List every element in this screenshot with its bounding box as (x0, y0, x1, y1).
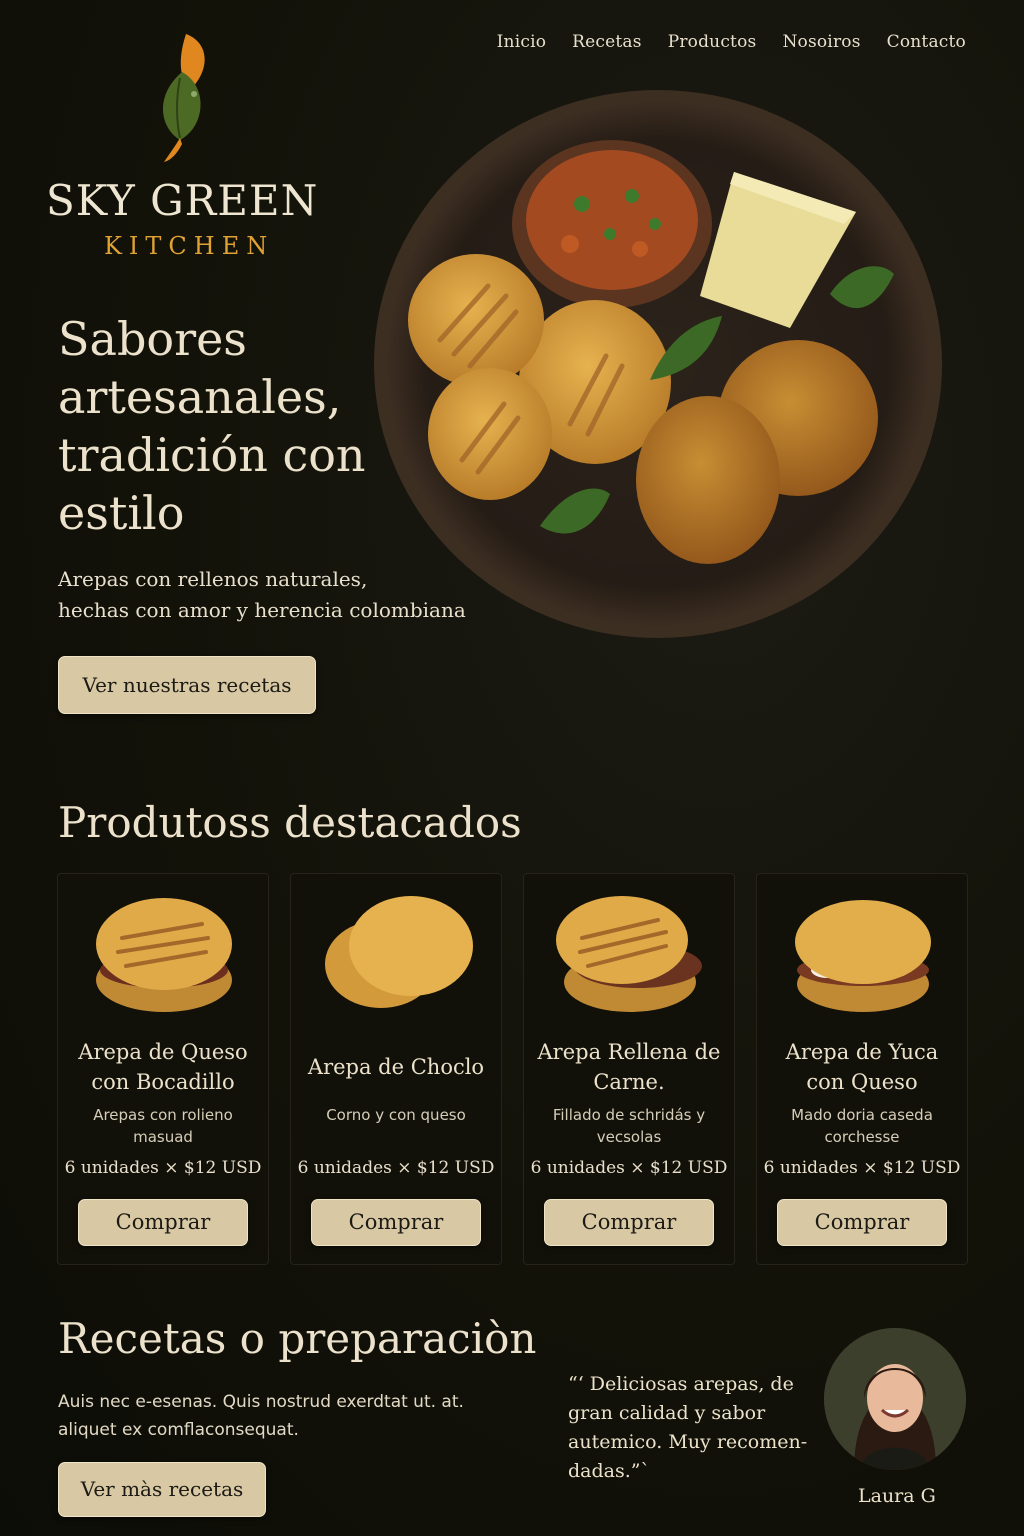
arepa-rellena-carne-image (556, 896, 702, 1012)
hero-title: Sabores artesanales, tradición con estil… (58, 312, 366, 540)
person-photo-icon (824, 1328, 966, 1470)
product-description: Arepas con rolieno masuad (93, 1106, 233, 1146)
product-price: 6 unidades × $12 USD (297, 1158, 495, 1178)
product-price: 6 unidades × $12 USD (530, 1158, 728, 1178)
hero-arepa-plate-image (374, 90, 942, 638)
product-description: Mado doria caseda corchesse (791, 1106, 933, 1146)
product-name: Arepa Rellena de Carne. (537, 1040, 721, 1094)
arepa-queso-bocadillo-image (96, 898, 232, 1012)
main-nav: Inicio Recetas Productos Nosoiros Contac… (497, 32, 966, 52)
more-recipes-button[interactable]: Ver màs recetas (58, 1462, 266, 1517)
arepa-yuca-queso-image (795, 900, 931, 1012)
product-price: 6 unidades × $12 USD (64, 1158, 262, 1178)
product-name: Arepa de Yuca con Queso (785, 1040, 939, 1094)
product-card: Arepa de Queso con Bocadillo Arepas con … (57, 873, 269, 1265)
recipes-title: Recetas o preparaciòn (58, 1314, 537, 1363)
product-cards: Arepa de Queso con Bocadillo Arepas con … (57, 873, 968, 1265)
nav-contacto[interactable]: Contacto (887, 32, 966, 52)
product-card: Arepa de Yuca con Queso Mado doria cased… (756, 873, 968, 1265)
buy-button[interactable]: Comprar (544, 1199, 714, 1246)
product-description: Corno y con queso (326, 1106, 466, 1124)
logo[interactable]: SKY GREEN KITCHEN (46, 28, 328, 260)
testimonial-author: Laura G (858, 1485, 936, 1507)
product-name: Arepa de Queso con Bocadillo (78, 1040, 248, 1094)
nav-inicio[interactable]: Inicio (497, 32, 547, 52)
view-recipes-button[interactable]: Ver nuestras recetas (58, 656, 316, 714)
testimonial-quote: “‘ Deliciosas arepas, de gran calidad y … (568, 1373, 808, 1482)
buy-button[interactable]: Comprar (311, 1199, 481, 1246)
product-name: Arepa de Choclo (307, 1055, 485, 1079)
avatar (824, 1328, 966, 1470)
brand-name: SKY GREEN (46, 176, 319, 225)
nav-recetas[interactable]: Recetas (572, 32, 642, 52)
products-title: Produtoss destacados (58, 798, 522, 847)
recipes-text: Auis nec e-esenas. Quis nostrud exerdtat… (58, 1392, 464, 1440)
nav-nosotros[interactable]: Nosoiros (782, 32, 860, 52)
product-card: Arepa de Choclo Corno y con queso 6 unid… (290, 873, 502, 1265)
nav-productos[interactable]: Productos (668, 32, 757, 52)
arepa-choclo-image (325, 896, 473, 1008)
brand-subtitle: KITCHEN (104, 232, 275, 260)
product-description: Fillado de schridás y vecsolas (552, 1106, 706, 1146)
product-price: 6 unidades × $12 USD (763, 1158, 961, 1178)
product-card: Arepa Rellena de Carne. Fillado de schri… (523, 873, 735, 1265)
buy-button[interactable]: Comprar (777, 1199, 947, 1246)
buy-button[interactable]: Comprar (78, 1199, 248, 1246)
leaf-logo-icon (162, 34, 205, 162)
